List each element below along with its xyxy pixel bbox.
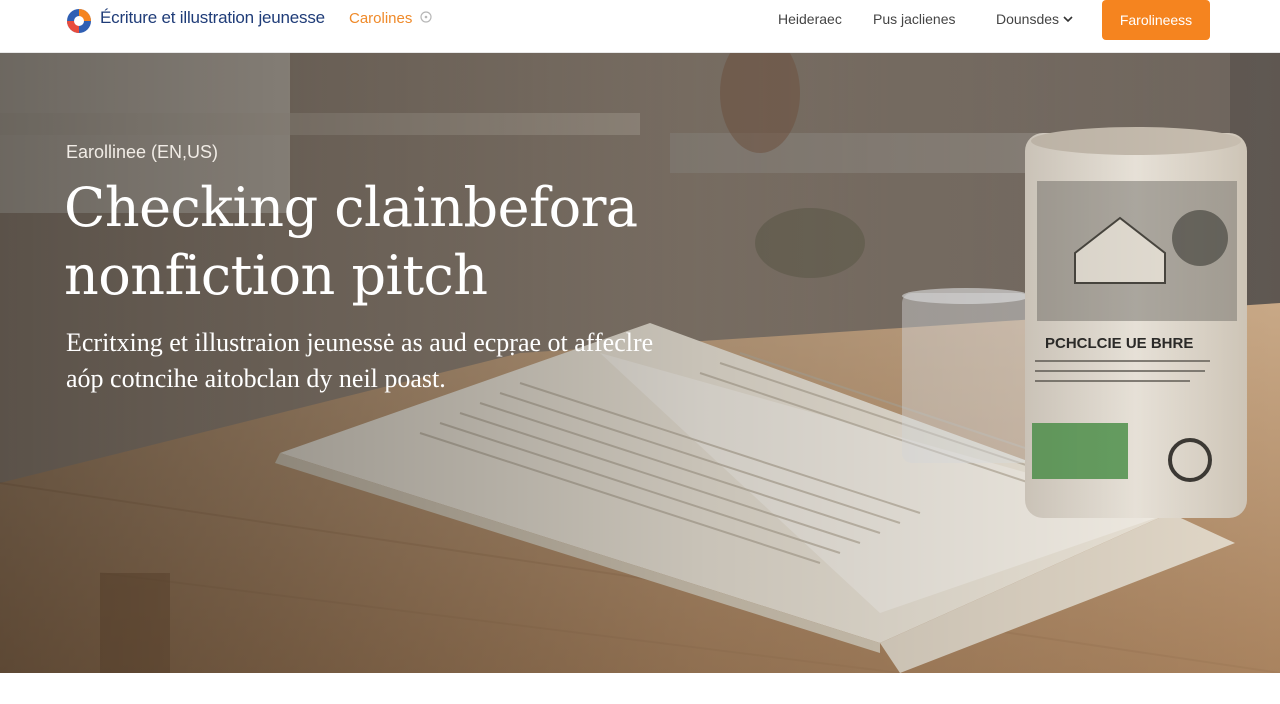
nav-link-dropdown[interactable]: Dounsdes <box>996 11 1059 27</box>
hero-eyebrow: Earollinee (EN,US) <box>66 142 219 162</box>
nav-link-2[interactable]: Pus jaclienes <box>873 11 956 27</box>
hero-title: Checking clainbefora nonfiction pitch <box>64 176 638 307</box>
info-icon[interactable] <box>420 11 432 23</box>
content-area-start <box>0 673 1280 704</box>
cta-button[interactable]: Farolineess <box>1102 0 1210 40</box>
brand-logo-icon[interactable] <box>64 4 94 34</box>
brand-tag[interactable]: Carolines <box>349 10 412 27</box>
site-header: Écriture et illustration jeunesse Caroli… <box>0 0 1280 53</box>
hero-subtitle: Ecritxing et illustraion jeunessė as aud… <box>66 328 654 393</box>
chevron-down-icon[interactable] <box>1062 14 1074 24</box>
nav-link-1[interactable]: Heideraec <box>778 11 842 27</box>
brand-name[interactable]: Écriture et illustration jeunesse <box>100 8 325 28</box>
tin-label: PCHCLCIE UE BHRE <box>1045 335 1193 352</box>
hero-section: PCHCLCIE UE BHRE Earollinee (EN,US) Chec… <box>0 53 1280 673</box>
